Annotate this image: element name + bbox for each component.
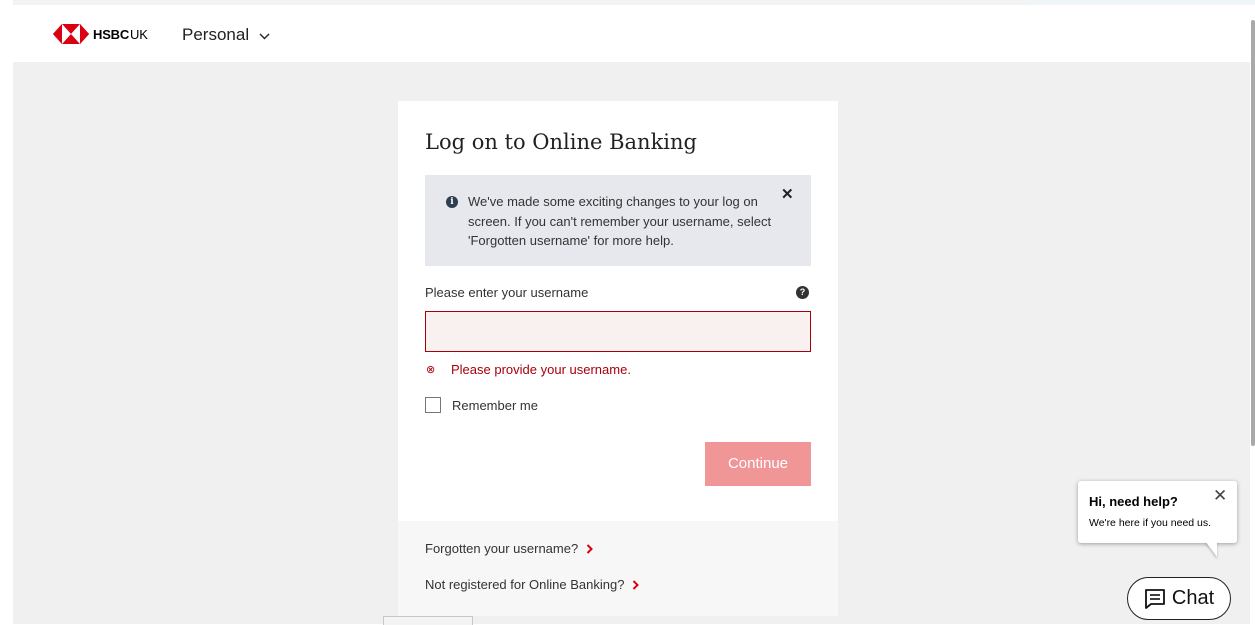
notice-text: We've made some exciting changes to your… <box>468 194 772 248</box>
info-notice: i We've made some exciting changes to yo… <box>425 175 811 266</box>
continue-button[interactable]: Continue <box>705 442 811 486</box>
site-header: HSBC UK Personal <box>13 6 1250 62</box>
personal-nav-label: Personal <box>182 25 250 44</box>
info-icon: i <box>446 196 458 208</box>
not-registered-link[interactable]: Not registered for Online Banking? <box>425 577 640 592</box>
close-icon[interactable]: ✕ <box>1213 486 1227 506</box>
scrollbar-thumb[interactable] <box>1251 20 1255 446</box>
brand-region: UK <box>130 26 148 42</box>
chat-button-label: Chat <box>1171 587 1215 609</box>
chat-bubble-title: Hi, need help? <box>1089 494 1178 509</box>
forgotten-username-link[interactable]: Forgotten your username? <box>425 541 594 556</box>
bubble-tail <box>1205 541 1217 557</box>
chat-button[interactable]: Chat <box>1127 577 1231 620</box>
hsbc-hexagon-icon <box>53 24 89 44</box>
remember-me-label[interactable]: Remember me <box>452 398 538 413</box>
error-icon: ⊗ <box>426 364 436 376</box>
help-icon[interactable]: ? <box>796 286 809 299</box>
chat-icon <box>1144 588 1165 609</box>
left-gutter <box>0 0 13 624</box>
username-input[interactable] <box>425 311 811 352</box>
chevron-down-icon <box>259 33 270 39</box>
page-title: Log on to Online Banking <box>425 130 697 154</box>
chevron-right-icon <box>586 543 594 554</box>
login-card-footer <box>398 521 838 616</box>
brand-name: HSBC <box>93 26 130 42</box>
personal-nav-dropdown[interactable]: Personal <box>182 25 270 45</box>
remember-me-checkbox[interactable] <box>425 397 441 413</box>
username-error-message: Please provide your username. <box>451 362 631 377</box>
close-icon[interactable]: ✕ <box>781 185 794 203</box>
forgotten-username-label: Forgotten your username? <box>425 541 579 556</box>
scrollbar[interactable] <box>1250 6 1255 624</box>
chevron-right-icon <box>633 579 640 590</box>
hsbc-logo[interactable]: HSBC UK <box>53 24 148 44</box>
not-registered-label: Not registered for Online Banking? <box>425 577 625 592</box>
chat-bubble-text: We're here if you need us. <box>1089 517 1212 529</box>
chat-help-bubble: Hi, need help? We're here if you need us… <box>1078 481 1237 557</box>
username-label: Please enter your username <box>425 285 589 300</box>
